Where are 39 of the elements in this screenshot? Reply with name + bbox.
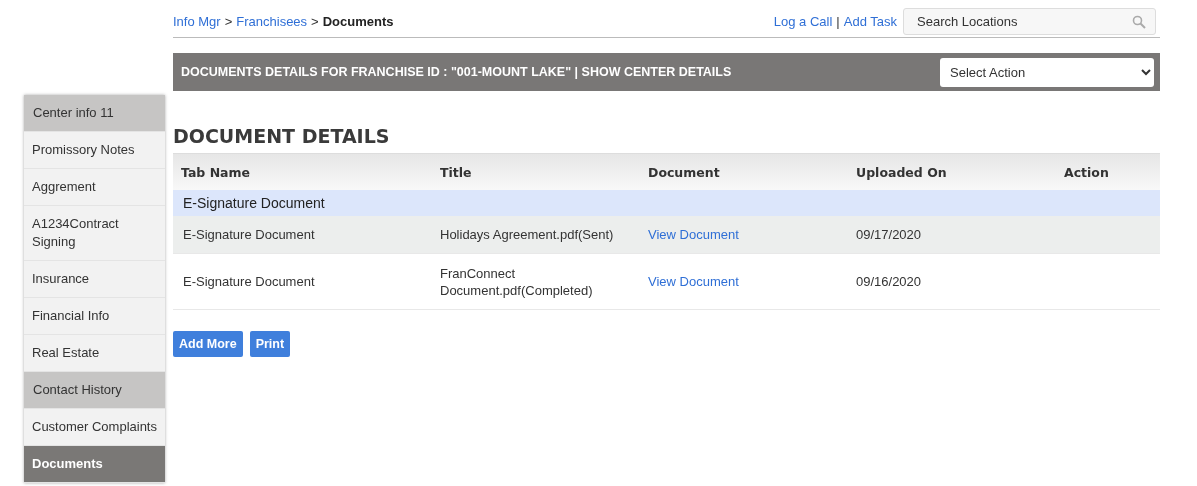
column-header: Document [640, 153, 848, 190]
separator: > [311, 14, 319, 29]
page-heading: DOCUMENT DETAILS [173, 125, 391, 147]
column-header: Uploaded On [848, 153, 1056, 190]
column-header: Title [432, 153, 640, 190]
table-cell: 09/16/2020 [848, 254, 1056, 310]
sidebar-section-header[interactable]: Center info 11 [24, 95, 165, 132]
column-header: Action [1056, 153, 1160, 190]
action-select[interactable]: Select Action [940, 57, 1154, 87]
table-cell: Holidays Agreement.pdf(Sent) [432, 216, 640, 254]
table-cell: 09/17/2020 [848, 216, 1056, 254]
action-button[interactable]: Add More [173, 331, 243, 357]
search-field[interactable]: Search Locations [903, 8, 1156, 35]
title-bar-text: DOCUMENTS DETAILS FOR FRANCHISE ID : "001-MOUNT LAKE" | SHOW CENTER DETAILS [181, 65, 733, 79]
view-document-link[interactable]: View Document [648, 273, 739, 290]
separator: > [224, 14, 233, 29]
sidebar-section-header[interactable]: Contact History [24, 372, 165, 409]
sidebar-item[interactable]: A1234Contract Signing [24, 206, 165, 261]
sidebar-item[interactable]: Insurance [24, 261, 165, 298]
breadcrumb-link[interactable]: Franchisees [236, 14, 308, 29]
action-button[interactable]: Print [249, 331, 291, 357]
table-cell: E-Signature Document [173, 216, 432, 254]
column-header: Tab Name [173, 153, 432, 190]
breadcrumb-current: Documents [322, 14, 394, 29]
sidebar-item[interactable]: Promissory Notes [24, 132, 165, 169]
group-row: E-Signature Document [173, 190, 1160, 216]
search-icon [1132, 15, 1146, 29]
breadcrumb-link[interactable]: Info Mgr [173, 14, 221, 29]
sidebar-item[interactable]: Aggrement [24, 169, 165, 206]
table-cell: FranConnect Document.pdf(Completed) [432, 254, 640, 310]
sidebar-item[interactable]: Documents [24, 446, 165, 483]
separator: | [836, 14, 840, 29]
header-link[interactable]: Log a Call [773, 14, 833, 29]
sidebar-item[interactable]: Real Estate [24, 335, 165, 372]
table-cell: E-Signature Document [173, 254, 432, 310]
sidebar-item[interactable]: Financial Info [24, 298, 165, 335]
sidebar-item[interactable]: Customer Complaints [24, 409, 165, 446]
header-link[interactable]: Add Task [843, 14, 897, 29]
view-document-link[interactable]: View Document [648, 226, 739, 243]
